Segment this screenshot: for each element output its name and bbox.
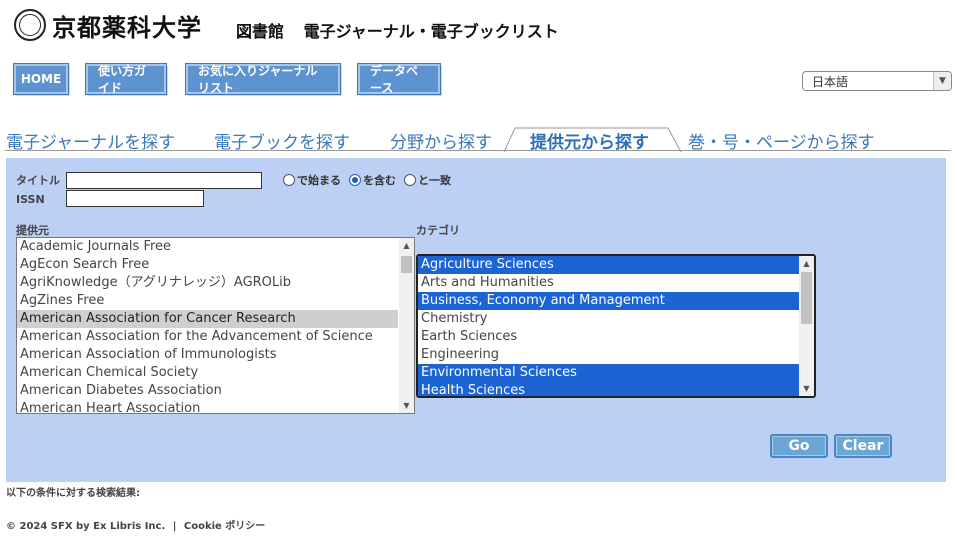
category-option[interactable]: Health Sciences — [418, 382, 799, 396]
provider-option[interactable]: Academic Journals Free — [17, 238, 398, 256]
favorite-journals-button[interactable]: お気に入りジャーナルリスト — [185, 63, 341, 95]
go-button[interactable]: Go — [770, 434, 828, 458]
provider-option[interactable]: AgriKnowledge（アグリナレッジ）AGROLib — [17, 274, 398, 292]
title-label: タイトル — [16, 174, 60, 187]
cookie-policy-link[interactable]: Cookie ポリシー — [184, 521, 265, 532]
category-label: カテゴリ — [416, 224, 460, 237]
copyright-text: © 2024 SFX by Ex Libris Inc. — [6, 521, 166, 532]
footer-separator: | — [172, 521, 177, 532]
scroll-down-icon[interactable]: ▼ — [399, 398, 414, 413]
scroll-up-icon[interactable]: ▲ — [399, 238, 414, 253]
radio-exact[interactable] — [404, 174, 416, 186]
scroll-down-icon[interactable]: ▼ — [799, 381, 814, 396]
option-starts-with-label: で始まる — [297, 174, 341, 187]
issn-input[interactable] — [66, 190, 204, 207]
university-name: 京都薬科大学 — [52, 13, 202, 42]
provider-label: 提供元 — [16, 224, 49, 237]
provider-option[interactable]: American Chemical Society — [17, 364, 398, 382]
clear-button[interactable]: Clear — [834, 434, 892, 458]
tab-divider — [5, 150, 951, 151]
option-contains[interactable]: を含む — [349, 172, 396, 188]
provider-listbox[interactable]: Academic Journals Free AgEcon Search Free… — [16, 237, 415, 414]
chevron-down-icon[interactable]: ▼ — [933, 72, 951, 90]
service-label: 電子ジャーナル・電子ブックリスト — [303, 22, 559, 41]
scroll-up-icon[interactable]: ▲ — [799, 256, 814, 271]
provider-option[interactable]: American Association for Cancer Research — [17, 310, 398, 328]
language-select[interactable]: 日本語 ▼ — [802, 71, 952, 91]
category-option[interactable]: Agriculture Sciences — [418, 256, 799, 274]
library-label: 図書館 — [236, 22, 285, 41]
issn-label: ISSN — [16, 193, 45, 206]
radio-starts-with[interactable] — [283, 174, 295, 186]
guide-button[interactable]: 使い方ガイド — [85, 63, 167, 95]
category-option[interactable]: Earth Sciences — [418, 328, 799, 346]
provider-option[interactable]: American Diabetes Association — [17, 382, 398, 400]
option-starts-with[interactable]: で始まる — [283, 172, 341, 188]
database-button[interactable]: データベース — [357, 63, 441, 95]
provider-option[interactable]: AgEcon Search Free — [17, 256, 398, 274]
provider-scroll-thumb[interactable] — [401, 256, 412, 273]
language-selected-value: 日本語 — [812, 74, 849, 89]
title-input[interactable] — [66, 172, 262, 189]
category-option[interactable]: Business, Economy and Management — [418, 292, 799, 310]
provider-option[interactable]: AgZines Free — [17, 292, 398, 310]
option-exact-label: と一致 — [418, 174, 451, 187]
category-scrollbar[interactable]: ▲ ▼ — [799, 256, 814, 396]
category-option[interactable]: Arts and Humanities — [418, 274, 799, 292]
radio-contains[interactable] — [349, 174, 361, 186]
category-option[interactable]: Chemistry — [418, 310, 799, 328]
provider-option[interactable]: American Heart Association — [17, 400, 398, 413]
university-seal-logo — [14, 9, 46, 41]
option-exact[interactable]: と一致 — [404, 172, 451, 188]
page-title: 図書館 電子ジャーナル・電子ブックリスト — [236, 18, 559, 42]
footer: © 2024 SFX by Ex Libris Inc. | Cookie ポリ… — [6, 517, 265, 532]
provider-option[interactable]: American Association for the Advancement… — [17, 328, 398, 346]
category-option[interactable]: Environmental Sciences — [418, 364, 799, 382]
category-scroll-thumb[interactable] — [801, 272, 812, 324]
category-option[interactable]: Engineering — [418, 346, 799, 364]
match-type-options: で始まる を含む と一致 — [283, 172, 459, 188]
category-listbox[interactable]: Agriculture Sciences Arts and Humanities B… — [416, 254, 816, 398]
home-button[interactable]: HOME — [13, 63, 69, 95]
provider-scrollbar[interactable]: ▲ ▼ — [399, 238, 414, 413]
option-contains-label: を含む — [363, 174, 396, 187]
results-label: 以下の条件に対する検索結果: — [6, 488, 140, 499]
provider-option[interactable]: American Association of Immunologists — [17, 346, 398, 364]
